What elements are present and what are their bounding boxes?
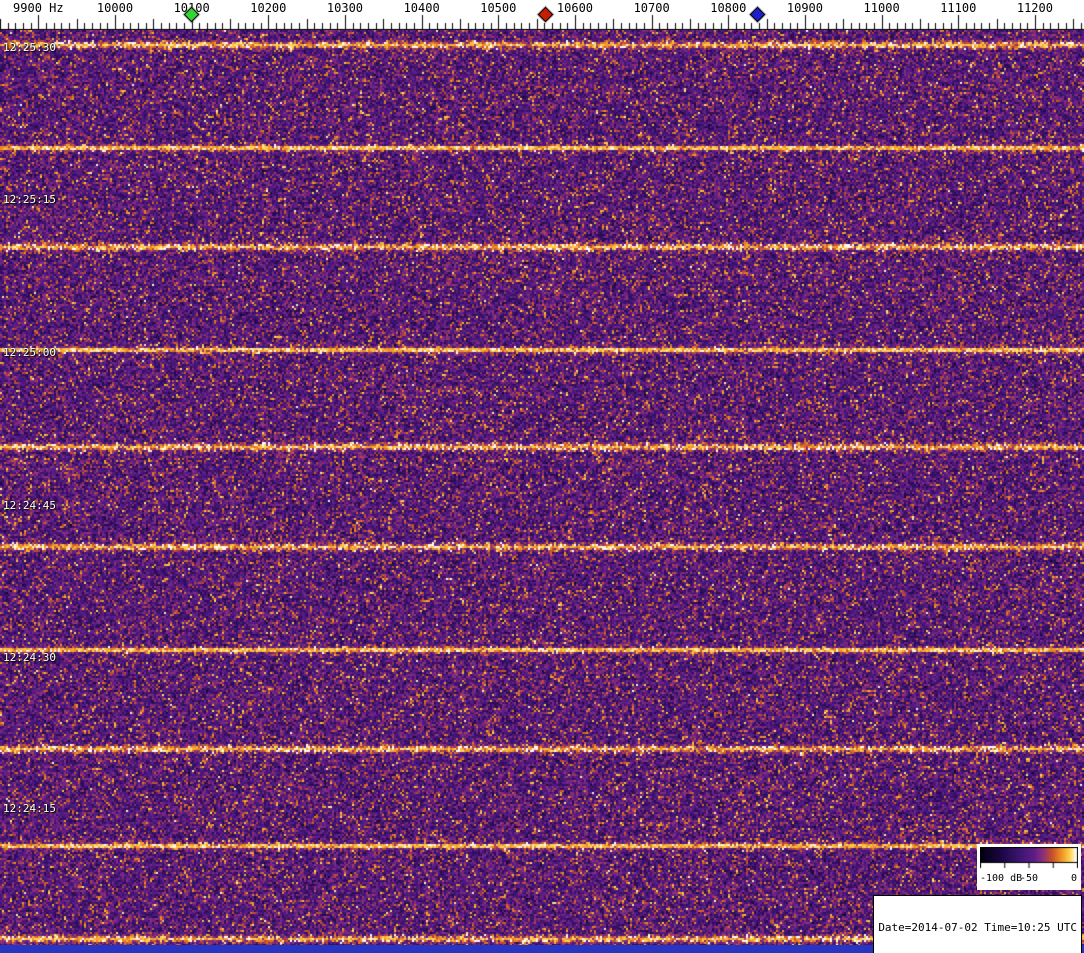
freq-tick-label: 10600 bbox=[556, 1, 594, 15]
spectrogram-app: 9900 Hz100001010010200103001040010500106… bbox=[0, 0, 1084, 953]
colorbar-label-max: 0 bbox=[1070, 873, 1077, 884]
time-tick-label: 12:25:00 bbox=[3, 346, 56, 359]
freq-tick-label: 11000 bbox=[863, 1, 900, 15]
time-tick-label: 12:25:15 bbox=[3, 193, 56, 206]
freq-tick-label: 10300 bbox=[326, 1, 364, 15]
freq-tick-label: 9900 Hz bbox=[13, 1, 64, 15]
freq-tick-label: 10400 bbox=[403, 1, 440, 15]
frequency-ruler: 9900 Hz100001010010200103001040010500106… bbox=[0, 0, 1084, 30]
freq-tick-label: 10200 bbox=[250, 1, 287, 15]
freq-tick-label: 10000 bbox=[96, 1, 134, 15]
freq-tick-label: 11100 bbox=[940, 1, 977, 15]
colorbar-legend: -100 dB -50 0 bbox=[977, 844, 1081, 890]
time-tick-label: 12:25:30 bbox=[3, 41, 56, 54]
info-date-time: Date=2014-07-02 Time=10:25 UTC bbox=[878, 921, 1077, 934]
colorbar-labels: -100 dB -50 0 bbox=[977, 870, 1081, 884]
time-tick-label: 12:24:45 bbox=[3, 499, 56, 512]
colorbar-gradient-canvas bbox=[980, 847, 1078, 869]
colorbar-label-mid: -50 bbox=[1019, 873, 1039, 884]
time-tick-label: 12:24:15 bbox=[3, 802, 56, 815]
colorbar-label-min: -100 dB bbox=[980, 873, 1023, 884]
spectrogram-waterfall-canvas bbox=[0, 30, 1084, 945]
time-tick-label: 12:24:30 bbox=[3, 651, 56, 664]
freq-tick-label: 10700 bbox=[633, 1, 670, 15]
freq-tick-label: 10500 bbox=[480, 1, 517, 15]
observation-info-box: Date=2014-07-02 Time=10:25 UTC Freq=143 … bbox=[873, 895, 1082, 953]
freq-tick-label: 11200 bbox=[1016, 1, 1053, 15]
freq-tick-label: 10800 bbox=[710, 1, 747, 15]
freq-tick-label: 10900 bbox=[786, 1, 823, 15]
